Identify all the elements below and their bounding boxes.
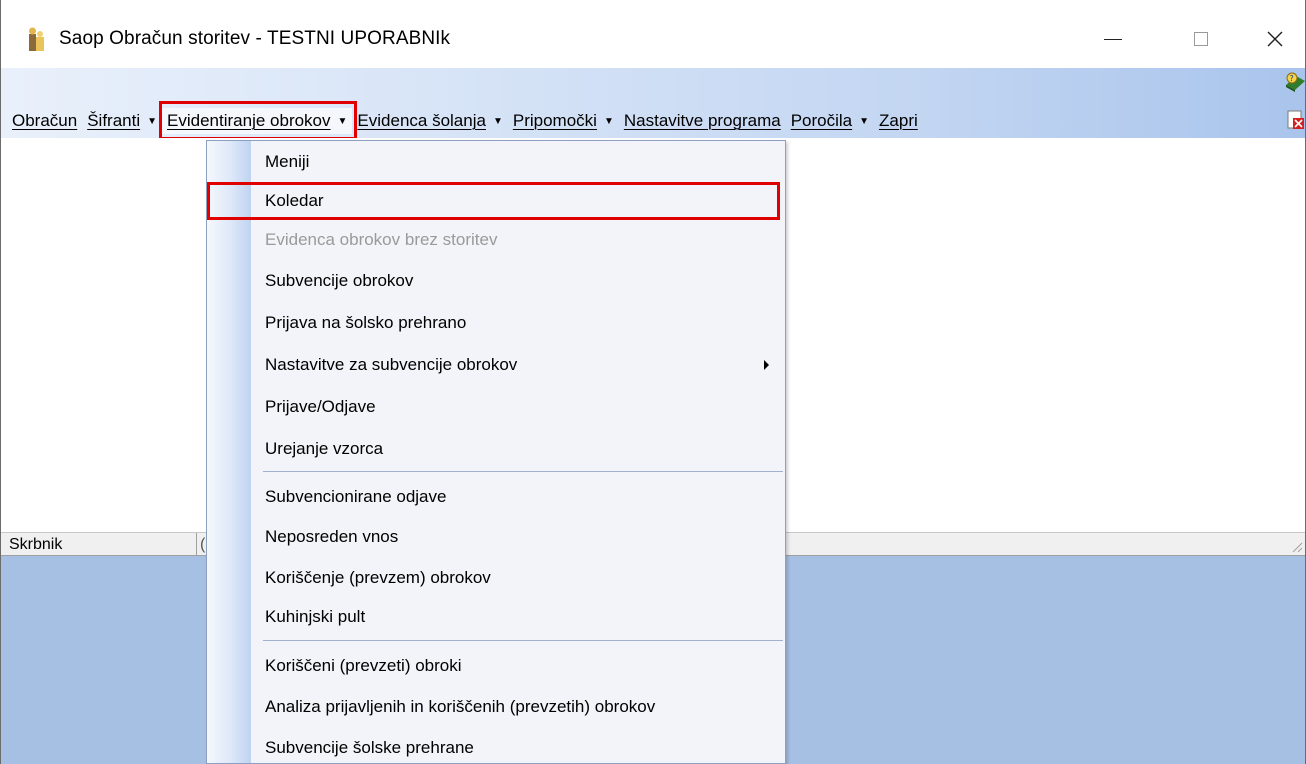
- menu-item-evidenca-obrokov-brez-storitev: Evidenca obrokov brez storitev: [265, 230, 498, 249]
- chevron-down-icon: ▼: [603, 116, 614, 127]
- chevron-right-icon: [764, 360, 769, 370]
- menu-separator: [263, 471, 783, 472]
- minimize-button[interactable]: [1083, 18, 1143, 60]
- app-people-icon: [29, 27, 44, 51]
- chevron-down-icon: ▼: [492, 116, 503, 127]
- chevron-down-icon: ▼: [147, 116, 158, 127]
- menu-separator: [263, 640, 783, 641]
- menu-sifranti[interactable]: Šifranti ▼: [82, 108, 162, 134]
- chevron-down-icon: ▼: [859, 116, 870, 127]
- menu-evidentiranje-obrokov[interactable]: Evidentiranje obrokov ▼: [159, 101, 358, 140]
- menu-evidenca-solanja[interactable]: Evidenca šolanja ▼: [352, 108, 507, 134]
- close-button[interactable]: [1245, 18, 1305, 60]
- menu-item-neposreden-vnos[interactable]: Neposreden vnos: [207, 518, 785, 556]
- help-book-icon[interactable]: ?: [1283, 70, 1306, 94]
- menu-item-prijava-na-solsko-prehrano[interactable]: Prijava na šolsko prehrano: [207, 304, 785, 342]
- menu-obracun[interactable]: Obračun: [7, 108, 82, 134]
- menu-item-meniji[interactable]: Meniji: [207, 143, 785, 181]
- menu-bar: Obračun Šifranti ▼ Evidentiranje obrokov ▼…: [7, 101, 923, 140]
- window-title: Saop Obračun storitev - TESTNI UPORABNIk: [59, 28, 451, 49]
- svg-text:?: ?: [1290, 74, 1294, 83]
- menu-item-analiza-prijavljenih[interactable]: Analiza prijavljenih in koriščenih (prev…: [207, 688, 785, 726]
- menu-item-urejanje-vzorca[interactable]: Urejanje vzorca: [207, 430, 785, 468]
- minimize-icon: [1104, 38, 1122, 40]
- status-second: (: [200, 536, 206, 553]
- exit-document-icon[interactable]: [1287, 110, 1305, 130]
- menu-zapri[interactable]: Zapri: [874, 108, 923, 134]
- dropdown-evidentiranje-obrokov: Meniji Koledar Evidenca obrokov brez sto…: [206, 140, 786, 764]
- menu-item-koledar[interactable]: Koledar: [207, 182, 785, 220]
- menu-item-subvencionirane-odjave[interactable]: Subvencionirane odjave: [207, 478, 785, 516]
- menu-porocila[interactable]: Poročila ▼: [786, 108, 874, 134]
- toolbar-icons: ?: [1283, 70, 1306, 136]
- menu-item-prijave-odjave[interactable]: Prijave/Odjave: [207, 388, 785, 426]
- menu-item-koriscenje-obrokov[interactable]: Koriščenje (prevzem) obrokov: [207, 559, 785, 597]
- menu-item-subvencije-obrokov[interactable]: Subvencije obrokov: [207, 262, 785, 300]
- resize-grip-icon[interactable]: [1289, 539, 1303, 553]
- menu-pripomocki[interactable]: Pripomočki ▼: [508, 108, 619, 134]
- maximize-icon: [1194, 32, 1208, 46]
- chevron-down-icon: ▼: [337, 116, 348, 127]
- menu-item-nastavitve-za-subvencije-obrokov[interactable]: Nastavitve za subvencije obrokov: [207, 346, 785, 384]
- menu-item-subvencije-solske-prehrane[interactable]: Subvencije šolske prehrane: [207, 729, 785, 764]
- menu-item-korisceni-obroki[interactable]: Koriščeni (prevzeti) obroki: [207, 647, 785, 685]
- maximize-button[interactable]: [1171, 18, 1231, 60]
- menu-nastavitve-programa[interactable]: Nastavitve programa: [619, 108, 786, 134]
- close-icon: [1267, 31, 1283, 47]
- app-window: Saop Obračun storitev - TESTNI UPORABNIk…: [0, 0, 1306, 764]
- title-bar: Saop Obračun storitev - TESTNI UPORABNIk: [1, 0, 1305, 68]
- menu-item-kuhinjski-pult[interactable]: Kuhinjski pult: [207, 598, 785, 636]
- status-user: Skrbnik: [1, 533, 197, 556]
